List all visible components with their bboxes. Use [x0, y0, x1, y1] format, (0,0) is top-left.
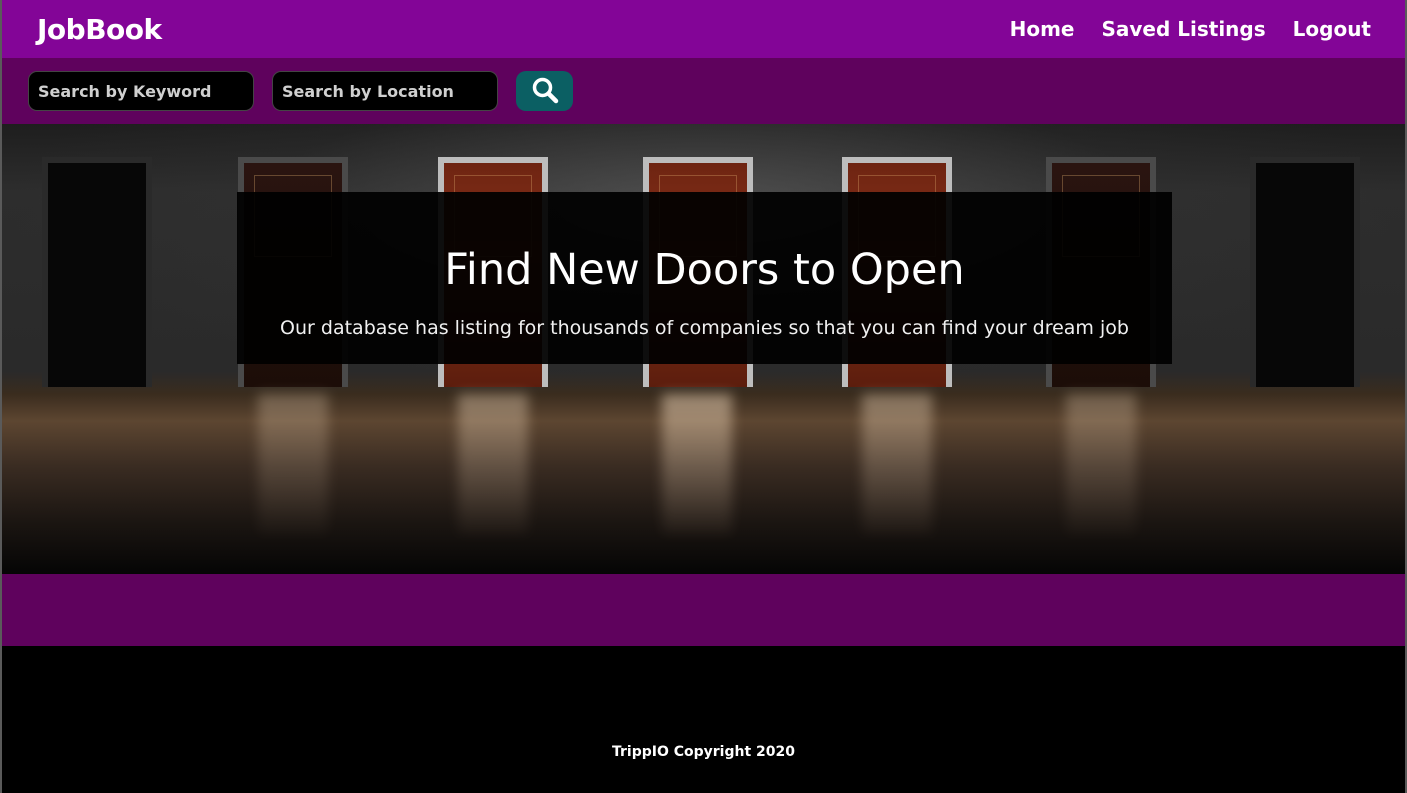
search-icon [531, 76, 559, 107]
door-image [1250, 157, 1360, 387]
nav-link-logout[interactable]: Logout [1293, 17, 1371, 41]
footer: TrippIO Copyright 2020 [2, 646, 1405, 793]
nav-links: Home Saved Listings Logout [1010, 17, 1371, 41]
search-button[interactable] [516, 71, 573, 111]
hero-text-panel: Find New Doors to Open Our database has … [237, 192, 1172, 364]
hero-subtitle: Our database has listing for thousands o… [280, 317, 1129, 339]
top-navbar: JobBook Home Saved Listings Logout [2, 0, 1405, 58]
page: JobBook Home Saved Listings Logout Searc… [0, 0, 1407, 793]
hero-section: Find New Doors to Open Our database has … [2, 124, 1405, 574]
search-bar [2, 58, 1405, 124]
footer-copyright: TrippIO Copyright 2020 [611, 744, 795, 760]
nav-link-home[interactable]: Home [1010, 17, 1075, 41]
nav-link-saved-listings[interactable]: Saved Listings [1101, 17, 1265, 41]
door-image [42, 157, 152, 387]
hero-title: Find New Doors to Open [444, 245, 965, 295]
location-search-input[interactable] [272, 71, 498, 111]
keyword-search-input[interactable] [28, 71, 254, 111]
purple-band [2, 574, 1405, 646]
brand-logo[interactable]: JobBook [37, 13, 162, 46]
